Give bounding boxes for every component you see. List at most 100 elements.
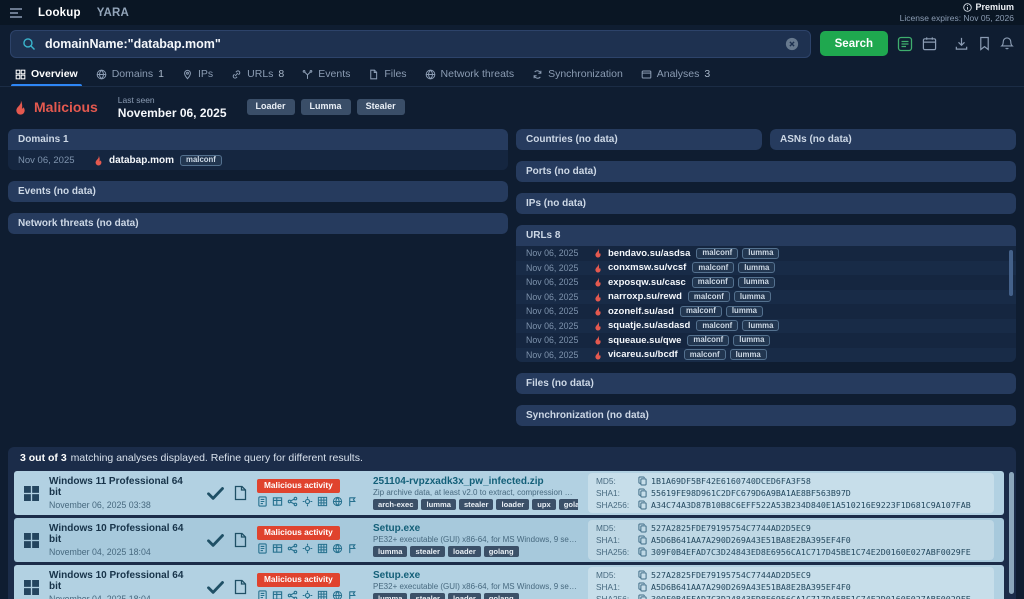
calendar-icon[interactable] — [922, 36, 937, 51]
process-graph-icon[interactable] — [287, 496, 298, 507]
analysis-tag[interactable]: golang — [484, 593, 519, 599]
analysis-tag[interactable]: loader — [496, 499, 529, 511]
domain-value[interactable]: databap.mom — [109, 155, 174, 166]
urls-scrollbar[interactable] — [1009, 250, 1013, 296]
row-badge[interactable]: lumma — [730, 349, 767, 360]
row-badge[interactable]: lumma — [742, 320, 779, 331]
row-badge[interactable]: lumma — [738, 277, 775, 288]
ioc-icon[interactable] — [302, 590, 313, 599]
url-row[interactable]: Nov 06, 2025 narroxp.su/rewd malconflumm… — [516, 290, 1016, 305]
analysis-tag[interactable]: loader — [448, 593, 481, 599]
analyses-scrollbar[interactable] — [1009, 472, 1014, 594]
row-badge[interactable]: lumma — [733, 335, 770, 346]
search-button[interactable]: Search — [820, 31, 888, 56]
copy-icon[interactable] — [638, 523, 647, 533]
url-value[interactable]: ozonelf.su/asd — [608, 306, 674, 317]
download-icon[interactable] — [954, 36, 969, 51]
url-row[interactable]: Nov 06, 2025 exposqw.su/casc malconflumm… — [516, 275, 1016, 290]
tab-ips[interactable]: IPs — [173, 62, 222, 86]
search-input[interactable]: domainName:"databap.mom" — [10, 30, 811, 58]
url-value[interactable]: bendavo.su/asdsa — [608, 248, 690, 259]
url-value[interactable]: conxmsw.su/vcsf — [608, 262, 686, 273]
bell-icon[interactable] — [1000, 36, 1014, 51]
url-value[interactable]: narroxp.su/rewd — [608, 291, 682, 302]
flag-icon[interactable] — [347, 543, 358, 554]
copy-icon[interactable] — [638, 476, 647, 486]
clear-search-icon[interactable] — [785, 37, 799, 51]
copy-icon[interactable] — [638, 535, 647, 545]
url-row[interactable]: Nov 06, 2025 squatje.su/asdasd malconflu… — [516, 319, 1016, 334]
nav-lookup[interactable]: Lookup — [38, 7, 81, 19]
tab-domains[interactable]: Domains1 — [87, 62, 173, 86]
text-report-icon[interactable] — [257, 543, 268, 554]
tab-overview[interactable]: Overview — [6, 62, 87, 86]
analysis-row[interactable]: Windows 11 Professional 64 bit November … — [14, 471, 1004, 515]
process-table-icon[interactable] — [272, 496, 283, 507]
analysis-tag[interactable]: lumma — [373, 593, 407, 599]
analysis-tag[interactable]: golang — [559, 499, 578, 511]
tab-network-threats[interactable]: Network threats — [416, 62, 524, 86]
url-value[interactable]: vicareu.su/bcdf — [608, 349, 678, 360]
analysis-tag[interactable]: upx — [532, 499, 556, 511]
row-badge[interactable]: malconf — [687, 335, 729, 346]
mitre-matrix-icon[interactable] — [317, 543, 328, 554]
analysis-row[interactable]: Windows 10 Professional 64 bit November … — [14, 518, 1004, 562]
mitre-matrix-icon[interactable] — [317, 590, 328, 599]
text-report-icon[interactable] — [257, 496, 268, 507]
copy-icon[interactable] — [638, 547, 647, 557]
threat-tag[interactable]: Stealer — [357, 99, 405, 116]
copy-icon[interactable] — [638, 582, 647, 592]
query-list-icon[interactable] — [897, 36, 913, 52]
row-badge[interactable]: malconf — [696, 320, 738, 331]
flag-icon[interactable] — [347, 496, 358, 507]
analysis-tag[interactable]: loader — [448, 546, 481, 558]
bookmark-icon[interactable] — [978, 36, 991, 51]
row-badge[interactable]: malconf — [684, 349, 726, 360]
network-traffic-icon[interactable] — [332, 496, 343, 507]
url-row[interactable]: Nov 06, 2025 vicareu.su/bcdf malconflumm… — [516, 348, 1016, 363]
row-badge[interactable]: malconf — [688, 291, 730, 302]
row-badge[interactable]: malconf — [180, 155, 222, 166]
row-badge[interactable]: malconf — [696, 248, 738, 259]
row-badge[interactable]: malconf — [692, 262, 734, 273]
process-graph-icon[interactable] — [287, 590, 298, 599]
url-value[interactable]: squatje.su/asdasd — [608, 320, 690, 331]
analysis-tag[interactable]: stealer — [459, 499, 494, 511]
process-table-icon[interactable] — [272, 543, 283, 554]
copy-icon[interactable] — [638, 570, 647, 580]
row-badge[interactable]: lumma — [742, 248, 779, 259]
analysis-row[interactable]: Windows 10 Professional 64 bit November … — [14, 565, 1004, 599]
row-badge[interactable]: lumma — [734, 291, 771, 302]
domain-row[interactable]: Nov 06, 2025 databap.mom malconf — [8, 150, 508, 170]
flag-icon[interactable] — [347, 590, 358, 599]
process-graph-icon[interactable] — [287, 543, 298, 554]
network-traffic-icon[interactable] — [332, 543, 343, 554]
copy-icon[interactable] — [638, 500, 647, 510]
sample-name[interactable]: 251104-rvpzxadk3x_pw_infected.zip — [373, 476, 578, 487]
analysis-tag[interactable]: stealer — [410, 593, 445, 599]
network-traffic-icon[interactable] — [332, 590, 343, 599]
process-table-icon[interactable] — [272, 590, 283, 599]
row-badge[interactable]: lumma — [726, 306, 763, 317]
tab-events[interactable]: Events — [293, 62, 359, 86]
analysis-tag[interactable]: lumma — [421, 499, 455, 511]
analysis-tag[interactable]: stealer — [410, 546, 445, 558]
search-query-text[interactable]: domainName:"databap.mom" — [45, 37, 221, 51]
url-row[interactable]: Nov 06, 2025 conxmsw.su/vcsf malconflumm… — [516, 261, 1016, 276]
url-row[interactable]: Nov 06, 2025 bendavo.su/asdsa malconflum… — [516, 246, 1016, 261]
url-value[interactable]: squeaue.su/qwe — [608, 335, 681, 346]
threat-tag[interactable]: Lumma — [301, 99, 351, 116]
mitre-matrix-icon[interactable] — [317, 496, 328, 507]
menu-icon[interactable] — [10, 8, 22, 18]
text-report-icon[interactable] — [257, 590, 268, 599]
tab-analyses[interactable]: Analyses3 — [632, 62, 719, 86]
url-value[interactable]: exposqw.su/casc — [608, 277, 686, 288]
row-badge[interactable]: malconf — [692, 277, 734, 288]
tab-synchronization[interactable]: Synchronization — [523, 62, 632, 86]
analysis-tag[interactable]: golang — [484, 546, 519, 558]
row-badge[interactable]: lumma — [738, 262, 775, 273]
threat-tag[interactable]: Loader — [247, 99, 295, 116]
analysis-tag[interactable]: lumma — [373, 546, 407, 558]
nav-yara[interactable]: YARA — [97, 7, 129, 19]
row-badge[interactable]: malconf — [680, 306, 722, 317]
